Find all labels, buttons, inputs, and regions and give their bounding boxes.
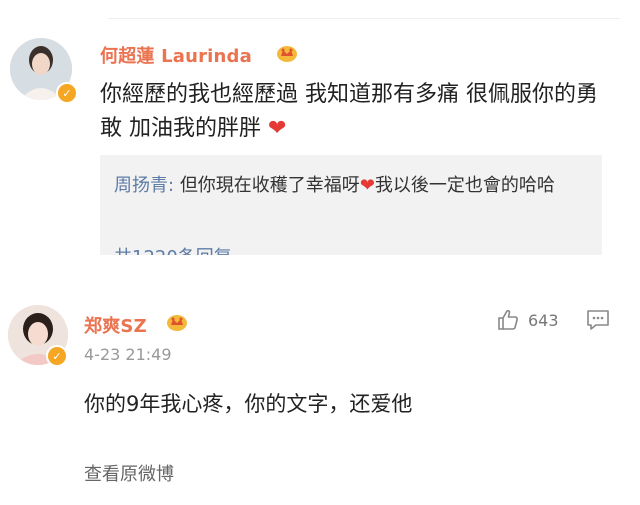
reply-text: 周扬青: 但你現在收穫了幸福呀❤我以後一定也會的哈哈 — [114, 171, 594, 201]
heart-icon: ❤ — [268, 116, 287, 141]
username[interactable]: 郑爽SZ — [84, 312, 147, 338]
comment-text: 你的9年我心疼，你的文字，还爱他 — [84, 392, 413, 416]
heart-icon: ❤ — [359, 175, 375, 196]
like-button[interactable]: 643 — [496, 308, 559, 332]
comment-text: 你經歷的我也經歷過 我知道那有多痛 很佩服你的勇敢 加油我的胖胖 ❤ — [100, 78, 600, 146]
comment-body: 你經歷的我也經歷過 我知道那有多痛 很佩服你的勇敢 加油我的胖胖 — [100, 82, 598, 141]
more-replies-link[interactable]: 共1220条回复 — [114, 243, 232, 255]
username[interactable]: 何超蓮 Laurinda — [100, 42, 252, 68]
comment-icon[interactable] — [586, 309, 610, 331]
reply-body: 但你現在收穫了幸福呀 — [179, 175, 360, 196]
view-original-link[interactable]: 查看原微博 — [84, 460, 174, 486]
reply-preview[interactable]: 周扬青: 但你現在收穫了幸福呀❤我以後一定也會的哈哈 共1220条回复 — [100, 155, 602, 255]
top-divider — [108, 18, 620, 19]
timestamp: 4-23 21:49 — [84, 345, 172, 364]
reply-body-continued: 我以後一定也會的哈哈 — [374, 175, 555, 196]
crown-badge-icon — [277, 46, 297, 62]
verified-badge-icon: ✓ — [46, 345, 68, 367]
reply-username[interactable]: 周扬青: — [114, 175, 174, 196]
thumbs-up-icon — [498, 309, 518, 330]
crown-badge-icon — [167, 315, 187, 331]
verified-badge-icon: ✓ — [56, 82, 78, 104]
like-count: 643 — [528, 310, 559, 330]
